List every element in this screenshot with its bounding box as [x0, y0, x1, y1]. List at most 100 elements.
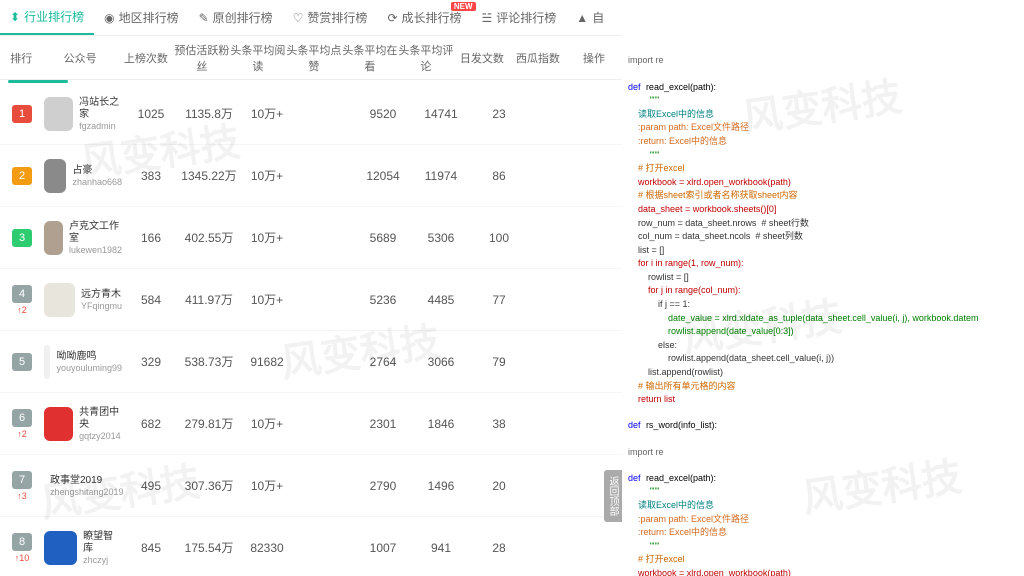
- rank-delta: ↑10: [15, 553, 30, 563]
- rank-badge: 4: [12, 285, 32, 303]
- table-header-cell: 头条平均评论: [398, 42, 454, 74]
- data-cell: 11974: [412, 169, 470, 183]
- table-header: 排行公众号上榜次数预估活跃粉丝头条平均阅读头条平均点赞头条平均在看头条平均评论日…: [0, 36, 622, 80]
- rank-cell: 8 ↑10: [0, 533, 44, 563]
- account-name: 瞭望智库: [83, 531, 122, 555]
- nav-tab-行业排行榜[interactable]: ⬍行业排行榜: [0, 0, 94, 35]
- data-cell: 402.55万: [180, 229, 238, 246]
- rank-badge: 6: [12, 409, 32, 427]
- account-name: 呦呦鹿鸣: [56, 351, 122, 363]
- data-cell: 175.54万: [180, 539, 238, 556]
- data-cell: 10万+: [238, 167, 296, 184]
- data-cell: 23: [470, 107, 528, 121]
- nav-tab-成长排行榜[interactable]: ⟳成长排行榜NEW: [377, 0, 471, 35]
- account-sub: fgzadmin: [79, 121, 122, 131]
- rank-cell: 2: [0, 167, 44, 185]
- data-cell: 538.73万: [180, 353, 238, 370]
- data-cell: 383: [122, 169, 180, 183]
- nav-icon: ✎: [199, 11, 209, 25]
- back-to-top-button[interactable]: 返回顶部: [604, 470, 622, 522]
- table-row[interactable]: 2 占豪zhanhao668 3831345.22万10万+1205411974…: [0, 145, 622, 207]
- data-cell: 10万+: [238, 105, 296, 122]
- avatar: [44, 97, 73, 131]
- data-cell: 166: [122, 231, 180, 245]
- account-cell[interactable]: 瞭望智库zhczyj: [44, 531, 122, 565]
- table-row[interactable]: 5 呦呦鹿鸣youyouluming99 329538.73万91682 2764…: [0, 331, 622, 393]
- rank-cell: 3: [0, 229, 44, 247]
- account-cell[interactable]: 远方青木YFqingmu: [44, 283, 122, 317]
- data-cell: 941: [412, 541, 470, 555]
- data-cell: 682: [122, 417, 180, 431]
- rank-cell: 4 ↑2: [0, 285, 44, 315]
- nav-tab-自[interactable]: ▲自: [566, 0, 614, 35]
- table-row[interactable]: 3 卢克文工作室lukewen1982 166402.55万10万+568953…: [0, 207, 622, 269]
- data-cell: 5236: [354, 293, 412, 307]
- nav-icon: ▲: [576, 11, 588, 25]
- data-cell: 2790: [354, 479, 412, 493]
- data-cell: 1345.22万: [180, 167, 238, 184]
- data-cell: 307.36万: [180, 477, 238, 494]
- account-cell[interactable]: 政事堂2019zhengshitang2019: [44, 469, 122, 503]
- nav-tab-评论排行榜[interactable]: ☱评论排行榜: [472, 0, 567, 35]
- table-row[interactable]: 8 ↑10 瞭望智库zhczyj 845175.54万8233010079412…: [0, 517, 622, 576]
- nav-tabs: ⬍行业排行榜◉地区排行榜✎原创排行榜♡赞赏排行榜⟳成长排行榜NEW☱评论排行榜▲…: [0, 0, 622, 36]
- account-cell[interactable]: 占豪zhanhao668: [44, 159, 122, 193]
- table-row[interactable]: 6 ↑2 共青团中央gqtzy2014 682279.81万10万+230118…: [0, 393, 622, 455]
- data-cell: 82330: [238, 541, 296, 555]
- account-cell[interactable]: 卢克文工作室lukewen1982: [44, 221, 122, 255]
- table-header-cell: 预估活跃粉丝: [174, 42, 230, 74]
- avatar: [44, 345, 50, 379]
- data-cell: 10万+: [238, 415, 296, 432]
- data-cell: 2301: [354, 417, 412, 431]
- rank-badge: 3: [12, 229, 32, 247]
- account-sub: zhanhao668: [72, 177, 122, 187]
- nav-tab-地区排行榜[interactable]: ◉地区排行榜: [94, 0, 189, 35]
- data-cell: 2764: [354, 355, 412, 369]
- rank-badge: 5: [12, 353, 32, 371]
- data-cell: 1496: [412, 479, 470, 493]
- data-cell: 10万+: [238, 477, 296, 494]
- avatar: [44, 159, 66, 193]
- account-cell[interactable]: 呦呦鹿鸣youyouluming99: [44, 345, 122, 379]
- account-cell[interactable]: 共青团中央gqtzy2014: [44, 407, 122, 441]
- account-sub: zhczyj: [83, 555, 122, 565]
- nav-icon: ♡: [293, 11, 304, 25]
- rank-cell: 1: [0, 105, 44, 123]
- data-cell: 86: [470, 169, 528, 183]
- account-sub: YFqingmu: [81, 301, 122, 311]
- table-header-cell: 上榜次数: [118, 50, 174, 66]
- table-row[interactable]: 7 ↑3 政事堂2019zhengshitang2019 495307.36万1…: [0, 455, 622, 517]
- table-row[interactable]: 1 冯站长之家fgzadmin 10251135.8万10万+952014741…: [0, 83, 622, 145]
- data-cell: 5689: [354, 231, 412, 245]
- table-header-cell: 西瓜指数: [510, 50, 566, 66]
- data-cell: 329: [122, 355, 180, 369]
- rank-badge: 1: [12, 105, 32, 123]
- data-cell: 279.81万: [180, 415, 238, 432]
- data-cell: 4485: [412, 293, 470, 307]
- rank-badge: 7: [12, 471, 32, 489]
- data-cell: 10万+: [238, 229, 296, 246]
- table-header-cell: 操作: [566, 50, 622, 66]
- data-cell: 91682: [238, 355, 296, 369]
- nav-icon: ⟳: [387, 11, 397, 25]
- account-cell[interactable]: 冯站长之家fgzadmin: [44, 97, 122, 131]
- avatar: [44, 531, 77, 565]
- nav-tab-原创排行榜[interactable]: ✎原创排行榜: [189, 0, 283, 35]
- data-cell: 28: [470, 541, 528, 555]
- account-sub: lukewen1982: [69, 245, 122, 255]
- rank-delta: ↑2: [17, 429, 27, 439]
- table-row[interactable]: 4 ↑2 远方青木YFqingmu 584411.97万10万+52364485…: [0, 269, 622, 331]
- table-header-cell: 头条平均在看: [342, 42, 398, 74]
- rank-delta: ↑3: [17, 491, 27, 501]
- table-header-cell: 排行: [0, 50, 43, 66]
- nav-tab-赞赏排行榜[interactable]: ♡赞赏排行榜: [283, 0, 378, 35]
- account-name: 冯站长之家: [79, 97, 122, 121]
- data-cell: 9520: [354, 107, 412, 121]
- code-editor[interactable]: 风变科技 风变科技 风变科技 import re def read_excel(…: [622, 0, 1024, 576]
- account-sub: zhengshitang2019: [50, 487, 124, 497]
- code-line: def: [628, 82, 641, 92]
- table-header-cell: 日发文数: [454, 50, 510, 66]
- data-cell: 3066: [412, 355, 470, 369]
- code-line: import re: [628, 55, 664, 65]
- account-name: 占豪: [72, 165, 122, 177]
